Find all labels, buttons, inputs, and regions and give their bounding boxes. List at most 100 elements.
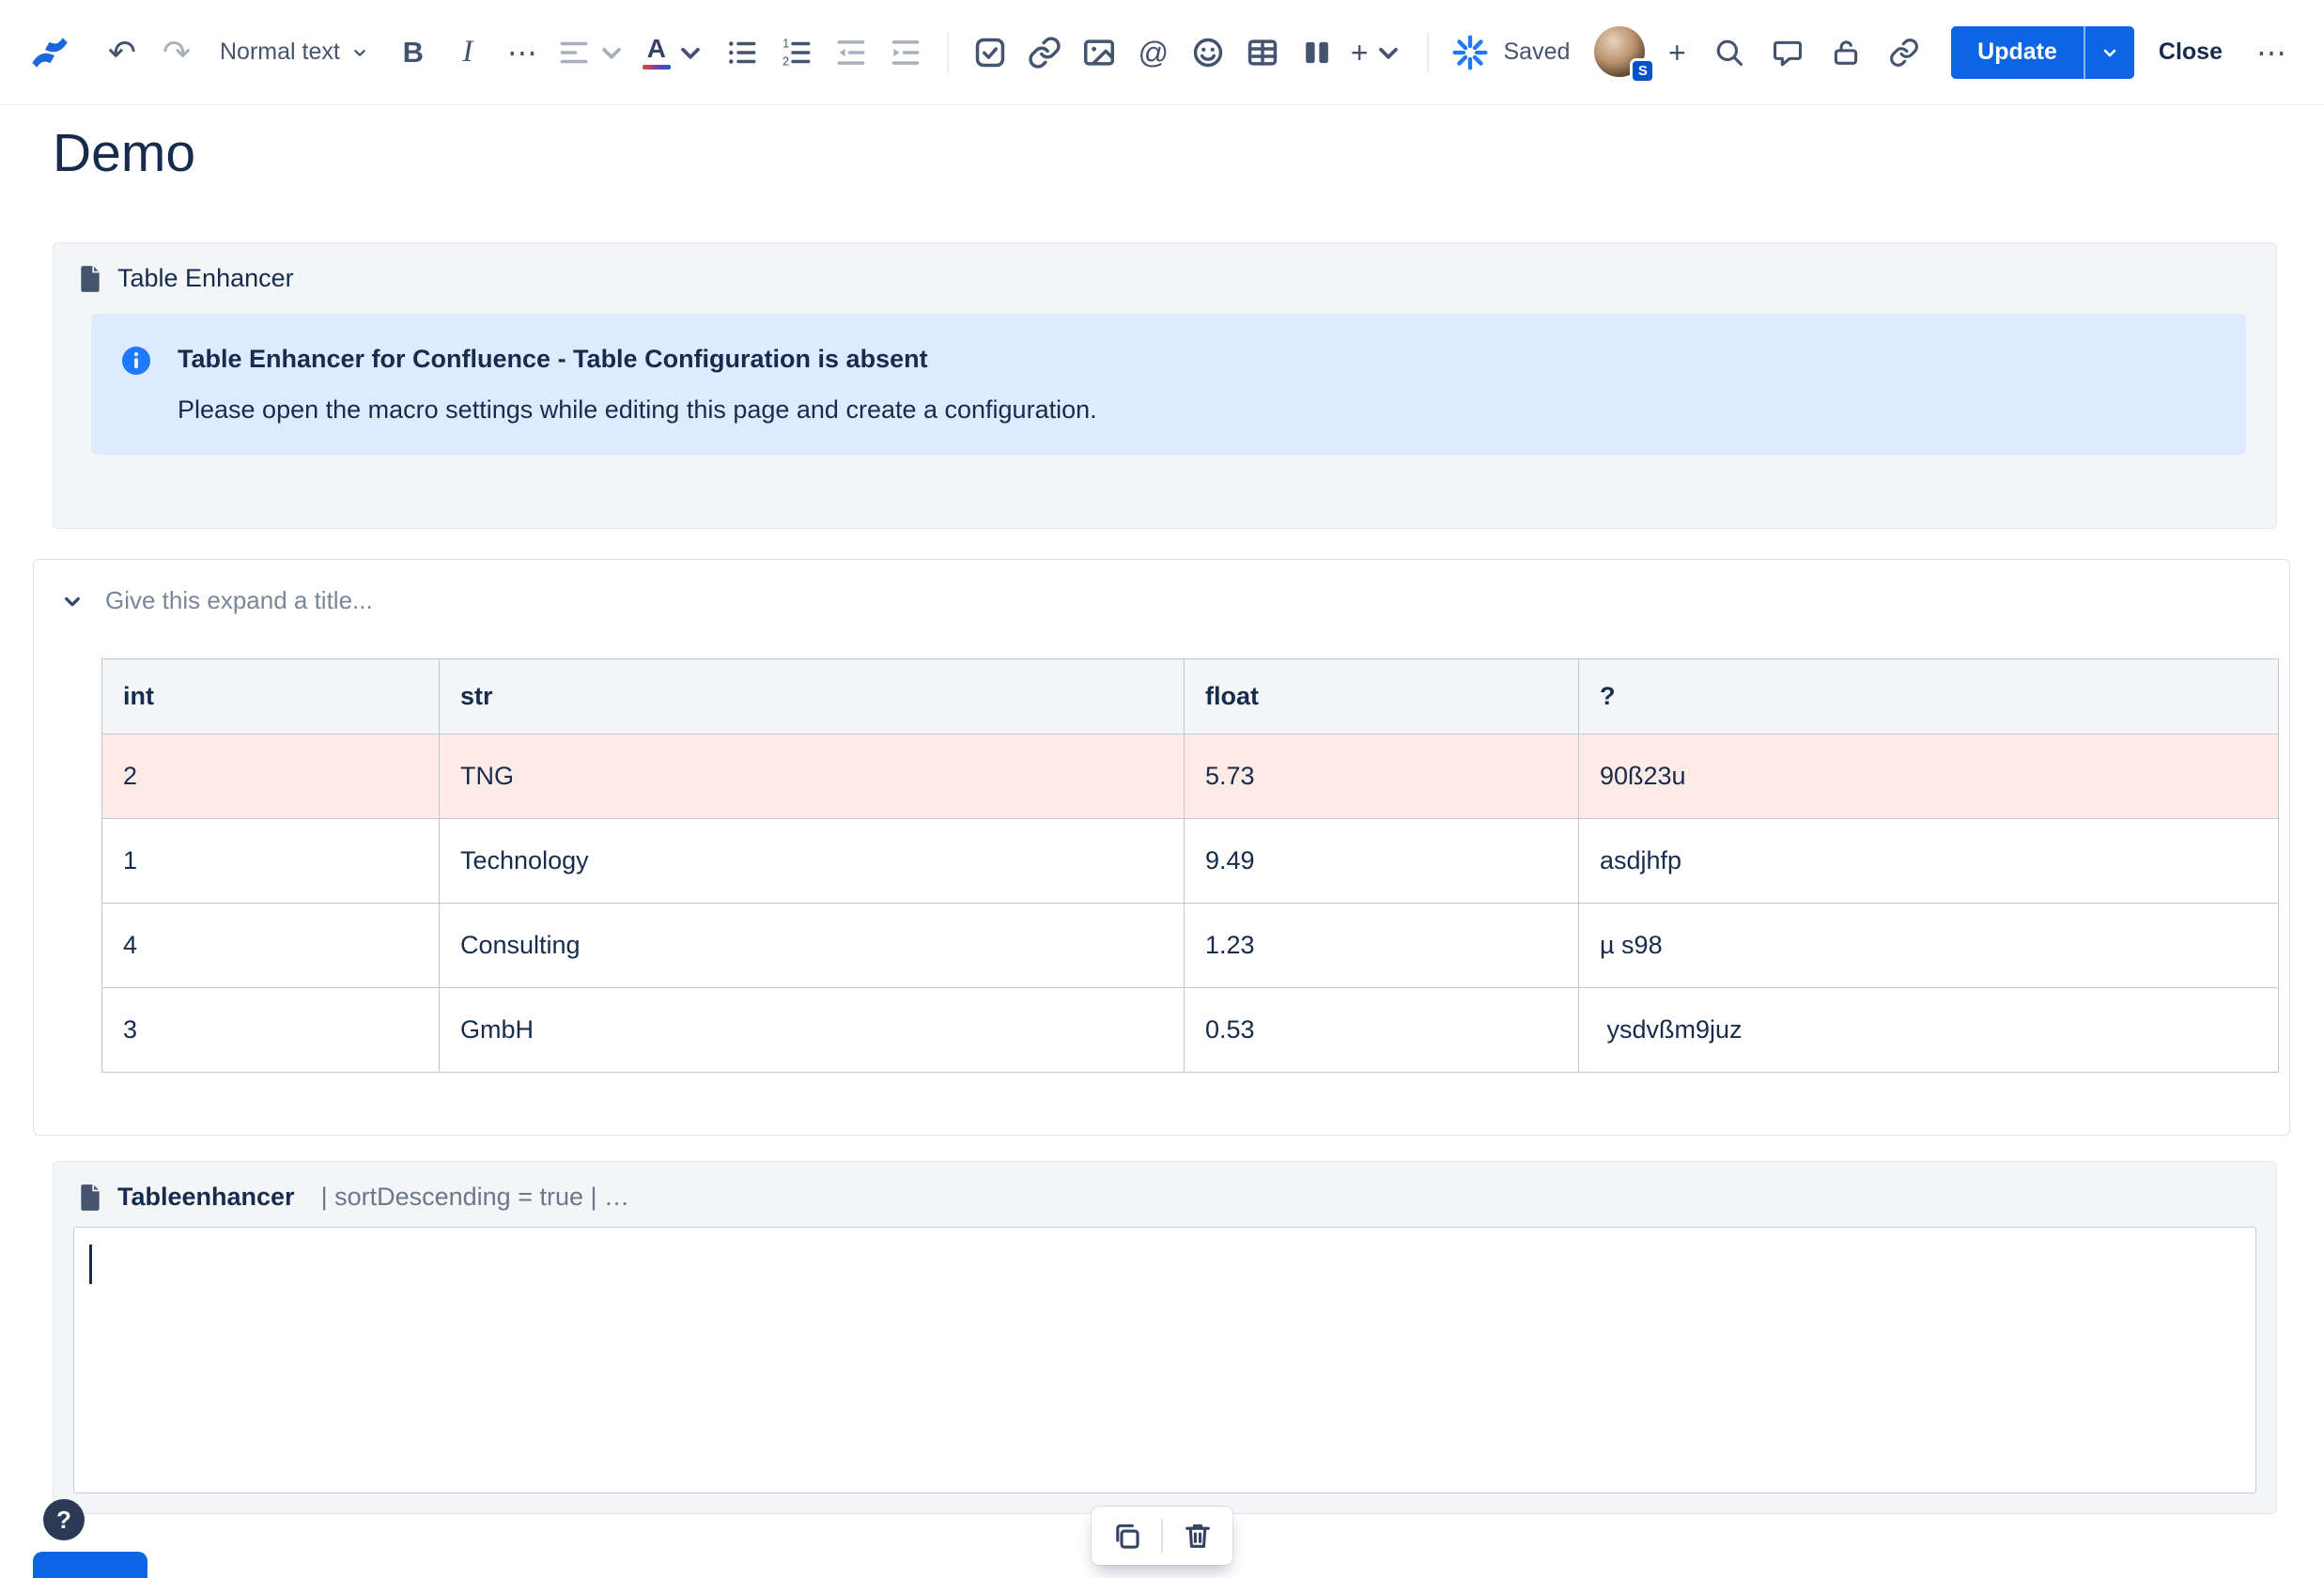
macro-tableenhancer: Tableenhancer | sortDescending = true | … xyxy=(53,1161,2277,1514)
plus-icon: + xyxy=(1350,35,1369,70)
text-color-icon: A xyxy=(642,35,671,70)
insert-table-button[interactable] xyxy=(1238,28,1287,77)
update-split-button: Update xyxy=(1951,25,2134,79)
insert-link-button[interactable] xyxy=(1020,28,1069,77)
table-cell[interactable]: GmbH xyxy=(439,987,1185,1073)
toolbar-divider xyxy=(1161,1519,1163,1553)
indent-icon xyxy=(891,39,920,65)
editor-toolbar: ↶ ↷ Normal text B I ⋯ A 12 @ + Saved S +… xyxy=(0,0,2324,105)
unlock-icon xyxy=(1834,39,1858,65)
copy-button[interactable] xyxy=(1103,1514,1150,1557)
page-title[interactable]: Demo xyxy=(53,122,2324,184)
table-row: 1 Technology 9.49 asdjhfp xyxy=(101,818,2279,904)
bold-button[interactable]: B xyxy=(389,28,438,77)
expand-title-placeholder[interactable]: Give this expand a title... xyxy=(105,586,373,615)
expand-block: Give this expand a title... int str floa… xyxy=(33,559,2290,1136)
macro-body: Table Enhancer for Confluence - Table Co… xyxy=(54,304,2276,528)
toolbar-right-group: Update Close ⋯ xyxy=(1705,25,2296,79)
chevron-down-icon xyxy=(601,47,621,59)
table-cell[interactable]: 2 xyxy=(101,734,440,819)
table-header-cell[interactable]: str xyxy=(439,658,1185,735)
toolbar-overflow-button[interactable]: ⋯ xyxy=(2247,28,2296,77)
table-header-row: int str float ? xyxy=(101,658,2279,735)
table-cell[interactable]: TNG xyxy=(439,734,1185,819)
sync-status-icon xyxy=(1446,28,1495,77)
alignment-dropdown[interactable] xyxy=(552,28,633,77)
table-cell[interactable]: 3 xyxy=(101,987,440,1073)
outdent-button[interactable] xyxy=(827,28,875,77)
redo-button[interactable]: ↷ xyxy=(152,28,201,77)
copy-icon xyxy=(1116,1524,1139,1549)
table-icon xyxy=(1247,39,1278,66)
table-cell[interactable]: 1 xyxy=(101,818,440,904)
update-button[interactable]: Update xyxy=(1951,25,2084,79)
table-header-cell[interactable]: float xyxy=(1184,658,1579,735)
delete-button[interactable] xyxy=(1174,1514,1221,1557)
link-icon xyxy=(1029,36,1061,69)
confluence-logo-icon[interactable] xyxy=(28,31,71,74)
chevron-down-icon xyxy=(65,596,80,606)
bullet-list-button[interactable] xyxy=(718,28,767,77)
chevron-down-icon xyxy=(680,47,700,59)
macro-title: Table Enhancer xyxy=(117,264,294,292)
numbered-list-button[interactable]: 12 xyxy=(772,28,821,77)
table-cell[interactable]: 4 xyxy=(101,903,440,988)
comments-button[interactable] xyxy=(1763,28,1812,77)
macro-editor-area[interactable] xyxy=(73,1227,2256,1493)
search-button[interactable] xyxy=(1705,28,1754,77)
table-cell[interactable]: 0.53 xyxy=(1184,987,1579,1073)
emoji-button[interactable] xyxy=(1184,28,1232,77)
task-list-button[interactable] xyxy=(966,28,1015,77)
info-panel-title: Table Enhancer for Confluence - Table Co… xyxy=(178,345,928,373)
table-header-cell[interactable]: ? xyxy=(1578,658,2279,735)
undo-button[interactable]: ↶ xyxy=(98,28,147,77)
invite-button[interactable]: + xyxy=(1652,28,1701,77)
search-icon xyxy=(1716,39,1743,66)
insert-more-dropdown[interactable]: + xyxy=(1347,28,1410,77)
toolbar-left-group: ↶ ↷ Normal text B I ⋯ A 12 @ + Saved S + xyxy=(28,25,1705,84)
text-style-dropdown[interactable]: Normal text xyxy=(212,28,378,77)
trash-icon xyxy=(1185,1524,1210,1548)
help-button[interactable]: ? xyxy=(43,1499,85,1540)
image-icon xyxy=(1083,39,1114,66)
close-button[interactable]: Close xyxy=(2144,39,2238,66)
table-cell[interactable]: ysdvßm9juz xyxy=(1578,987,2279,1073)
table-cell[interactable]: Consulting xyxy=(439,903,1185,988)
table-cell[interactable]: 9.49 xyxy=(1184,818,1579,904)
copy-link-button[interactable] xyxy=(1880,28,1929,77)
update-options-button[interactable] xyxy=(2083,25,2134,79)
more-formatting-button[interactable]: ⋯ xyxy=(498,28,547,77)
table-cell[interactable]: asdjhfp xyxy=(1578,818,2279,904)
table-cell[interactable]: 5.73 xyxy=(1184,734,1579,819)
info-icon xyxy=(122,347,150,375)
table-cell[interactable]: 1.23 xyxy=(1184,903,1579,988)
table-cell[interactable]: 90ß23u xyxy=(1578,734,2279,819)
table-row: 4 Consulting 1.23 µ s98 xyxy=(101,903,2279,988)
macro-params: | sortDescending = true | … xyxy=(320,1183,630,1211)
collaborator-avatar[interactable]: S xyxy=(1594,25,1656,84)
layouts-button[interactable] xyxy=(1293,28,1341,77)
insert-image-button[interactable] xyxy=(1075,28,1123,77)
italic-button[interactable]: I xyxy=(443,28,492,77)
align-left-icon xyxy=(560,41,588,63)
macro-header[interactable]: Tableenhancer | sortDescending = true | … xyxy=(54,1162,2276,1223)
comment-icon xyxy=(1774,40,1803,66)
data-table: int str float ? 2 TNG 5.73 90ß23u 1 Tech… xyxy=(101,658,2279,1073)
indent-button[interactable] xyxy=(881,28,930,77)
emoji-icon xyxy=(1193,38,1223,67)
text-color-dropdown[interactable]: A xyxy=(639,28,712,77)
expand-toggle[interactable]: Give this expand a title... xyxy=(34,586,2289,615)
table-cell[interactable]: Technology xyxy=(439,818,1185,904)
avatar-badge: S xyxy=(1630,57,1656,84)
text-style-label: Normal text xyxy=(220,39,340,65)
share-link-icon xyxy=(1890,38,1919,67)
node-actions-toolbar xyxy=(1092,1507,1232,1565)
columns-layout-icon xyxy=(1305,41,1328,63)
table-cell[interactable]: µ s98 xyxy=(1578,903,2279,988)
table-header-cell[interactable]: int xyxy=(101,658,440,735)
mention-button[interactable]: @ xyxy=(1129,28,1178,77)
restrictions-button[interactable] xyxy=(1821,28,1870,77)
macro-table-enhancer: Table Enhancer Table Enhancer for Conflu… xyxy=(53,242,2277,529)
macro-header[interactable]: Table Enhancer xyxy=(54,243,2276,304)
document-icon xyxy=(81,265,100,292)
